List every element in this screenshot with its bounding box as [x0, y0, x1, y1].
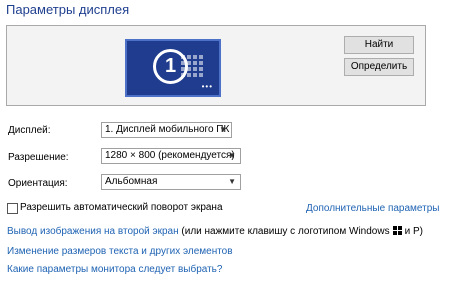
second-screen-hint-a: (или нажмите клавишу с логотипом Windows	[181, 226, 390, 237]
advanced-settings-link[interactable]: Дополнительные параметры	[306, 203, 439, 214]
display-label: Дисплей:	[8, 125, 51, 136]
orientation-dropdown-value: Альбомная	[105, 176, 158, 187]
page-title: Параметры дисплея	[6, 2, 130, 17]
display-dropdown-value: 1. Дисплей мобильного ПК	[105, 124, 230, 135]
auto-rotate-checkbox[interactable]	[7, 203, 18, 214]
text-size-link[interactable]: Изменение размеров текста и других элеме…	[7, 246, 233, 257]
chevron-down-icon: ▼	[228, 151, 236, 160]
display-dropdown[interactable]: 1. Дисплей мобильного ПК ▼	[101, 122, 232, 138]
monitor-grid-icon	[181, 53, 203, 77]
second-screen-link[interactable]: Вывод изображения на второй экран	[7, 226, 179, 237]
chevron-down-icon: ▼	[219, 125, 227, 134]
which-settings-link[interactable]: Какие параметры монитора следует выбрать…	[7, 264, 222, 275]
monitor-1-thumbnail[interactable]: 1 •••	[125, 39, 221, 97]
resolution-dropdown[interactable]: 1280 × 800 (рекомендуется) ▼	[101, 148, 241, 164]
identify-button[interactable]: Определить	[344, 58, 414, 76]
chevron-down-icon: ▼	[228, 177, 236, 186]
second-screen-row: Вывод изображения на второй экран (или н…	[7, 226, 423, 237]
display-preview-area: 1 ••• Найти Определить	[6, 25, 426, 106]
resolution-label: Разрешение:	[8, 152, 69, 163]
windows-logo-icon	[392, 226, 402, 235]
orientation-dropdown[interactable]: Альбомная ▼	[101, 174, 241, 190]
auto-rotate-label: Разрешить автоматический поворот экрана	[20, 202, 223, 213]
second-screen-hint-b: и P)	[404, 226, 423, 237]
monitor-dots-icon: •••	[201, 82, 213, 91]
orientation-label: Ориентация:	[8, 178, 68, 189]
resolution-dropdown-value: 1280 × 800 (рекомендуется)	[105, 150, 235, 161]
find-button[interactable]: Найти	[344, 36, 414, 54]
